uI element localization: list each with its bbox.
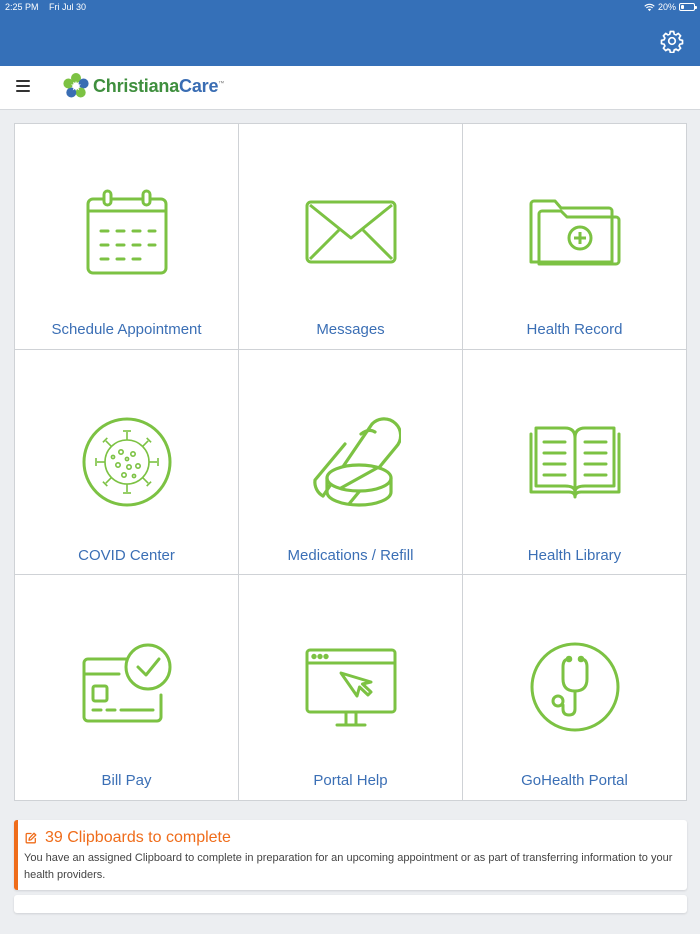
medical-folder-icon (529, 199, 620, 266)
feature-grid: Schedule Appointment Messages Health Rec… (14, 123, 687, 801)
clipboard-alert-title: 39 Clipboards to complete (45, 829, 231, 846)
hamburger-menu-icon[interactable] (16, 80, 30, 92)
battery-icon (679, 3, 697, 11)
tile-label: Medications / Refill (287, 546, 414, 564)
envelope-icon (305, 200, 396, 264)
pills-icon (312, 416, 401, 507)
tile-label: Health Library (527, 546, 622, 564)
logo-star-icon (63, 73, 89, 98)
tile-messages[interactable]: Messages (239, 124, 462, 349)
trademark-mark: ™ (218, 80, 225, 87)
tile-bill-pay[interactable]: Bill Pay (15, 575, 238, 800)
calendar-icon (86, 189, 167, 275)
tile-label: Portal Help (313, 772, 388, 790)
tile-label: COVID Center (78, 546, 175, 564)
credit-card-check-icon (82, 643, 171, 723)
brand-name-care: Care (179, 75, 219, 96)
tile-medications-refill[interactable]: Medications / Refill (239, 349, 462, 575)
edit-note-icon (25, 832, 37, 844)
empty-card (14, 895, 687, 913)
status-date: Fri Jul 30 (49, 2, 87, 12)
app-header: ChristianaCare™ (0, 66, 700, 110)
status-bar: 2:25 PM Fri Jul 30 20% (5, 2, 697, 14)
tile-label: GoHealth Portal (521, 772, 628, 790)
brand-name-christiana: Christiana (93, 75, 180, 96)
status-time: 2:25 PM (5, 2, 39, 12)
monitor-cursor-icon (305, 648, 396, 727)
clipboard-alert-message: You have an assigned Clipboard to comple… (24, 852, 673, 881)
gear-icon[interactable] (660, 29, 684, 53)
tile-label: Bill Pay (101, 772, 152, 790)
tile-label: Health Record (526, 321, 623, 338)
tile-covid-center[interactable]: COVID Center (15, 349, 238, 575)
christianacare-logo: ChristianaCare™ (62, 72, 224, 100)
wifi-icon (644, 3, 655, 11)
top-bar: 2:25 PM Fri Jul 30 20% (0, 0, 700, 66)
tile-label: Messages (316, 321, 385, 338)
tile-health-library[interactable]: Health Library (463, 349, 686, 575)
tile-portal-help[interactable]: Portal Help (239, 575, 462, 800)
tile-gohealth-portal[interactable]: GoHealth Portal (463, 575, 686, 800)
tile-schedule-appointment[interactable]: Schedule Appointment (15, 124, 238, 349)
virus-icon (82, 417, 171, 507)
tile-label: Schedule Appointment (51, 321, 202, 338)
battery-percent: 20% (657, 2, 676, 12)
tile-health-record[interactable]: Health Record (463, 124, 686, 349)
stethoscope-icon (530, 642, 619, 732)
open-book-icon (529, 426, 620, 499)
clipboard-alert-card[interactable]: 39 Clipboards to complete You have an as… (14, 820, 687, 890)
